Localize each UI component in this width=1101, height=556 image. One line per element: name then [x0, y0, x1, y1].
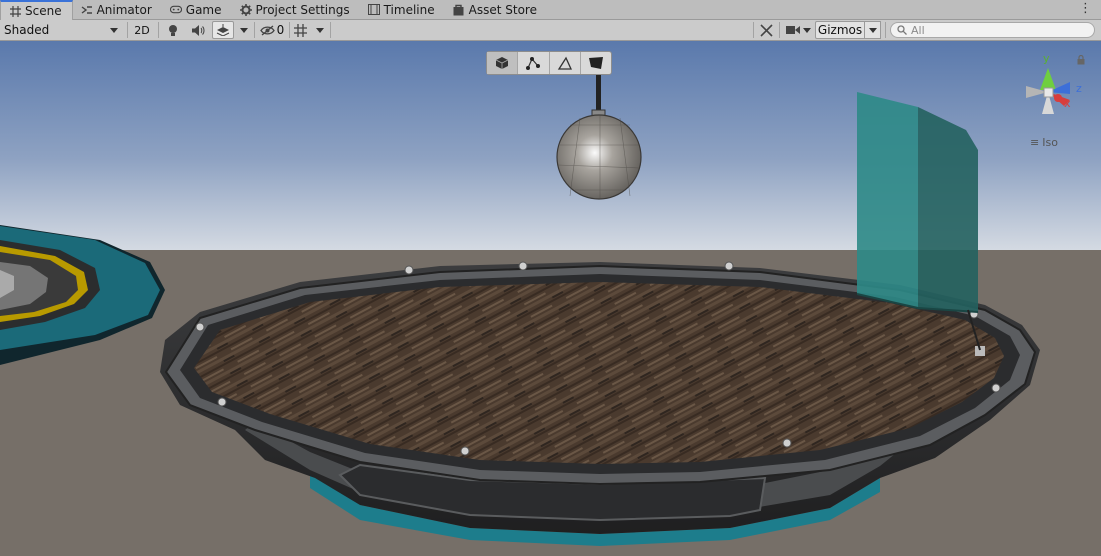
tab-project-settings-label: Project Settings: [255, 2, 350, 17]
grid-snap-icon: [293, 23, 307, 37]
tab-game[interactable]: Game: [162, 0, 232, 19]
tab-timeline[interactable]: Timeline: [360, 0, 445, 19]
chevron-down-icon: [802, 27, 811, 33]
lighting-toggle-button[interactable]: [163, 21, 183, 39]
cube-icon: [495, 57, 509, 69]
layers-effects-icon: [216, 24, 230, 36]
shading-mode-value: Shaded: [4, 23, 50, 37]
tab-scene-label: Scene: [25, 4, 62, 18]
tools-icon: [759, 23, 773, 37]
chevron-down-icon: [868, 27, 877, 33]
grid-dropdown[interactable]: [312, 21, 328, 39]
gear-icon: [239, 3, 252, 16]
chevron-down-icon: [240, 27, 248, 33]
effects-dropdown[interactable]: [236, 21, 252, 39]
scene-toolbar: Shaded 2D 0 Gizmos All: [0, 20, 1101, 41]
cube-tool-button[interactable]: [487, 52, 519, 74]
vertex-icon: [526, 57, 541, 70]
search-placeholder: All: [911, 23, 925, 37]
gamepad-icon: [169, 4, 182, 16]
edge-icon: [557, 56, 572, 70]
gizmo-z-label: z: [1076, 82, 1082, 95]
scene-viewport[interactable]: y z x ≡ Iso: [0, 41, 1101, 556]
bag-icon: [453, 4, 465, 16]
more-options-icon[interactable]: ⋮: [1079, 1, 1092, 16]
search-icon: [897, 25, 907, 35]
hidden-objects-count: 0: [276, 23, 285, 37]
scene-search-field[interactable]: All: [890, 22, 1095, 38]
orientation-gizmo[interactable]: y z x: [1018, 50, 1098, 130]
speaker-icon: [191, 24, 204, 36]
tab-scene[interactable]: Scene: [0, 0, 73, 20]
hidden-objects-toggle[interactable]: 0: [257, 21, 287, 39]
tab-animator[interactable]: Animator: [73, 0, 162, 19]
scene-render: [0, 41, 1101, 556]
gizmos-button[interactable]: Gizmos: [815, 21, 865, 39]
grid-icon: [9, 5, 21, 17]
grid-toggle-button[interactable]: [291, 21, 309, 39]
shading-mode-dropdown[interactable]: Shaded: [4, 21, 122, 39]
camera-icon: [785, 26, 800, 34]
edge-tool-button[interactable]: [550, 52, 581, 74]
tab-animator-label: Animator: [96, 2, 152, 17]
face-icon: [588, 57, 603, 69]
2d-toggle-button[interactable]: 2D: [130, 21, 154, 39]
camera-settings-button[interactable]: [782, 21, 814, 39]
tab-asset-store[interactable]: Asset Store: [445, 0, 547, 19]
tab-timeline-label: Timeline: [383, 2, 435, 17]
tab-project-settings[interactable]: Project Settings: [232, 0, 360, 19]
audio-toggle-button[interactable]: [188, 21, 208, 39]
projection-toggle[interactable]: ≡ Iso: [1030, 136, 1058, 149]
projection-label: Iso: [1042, 136, 1058, 149]
animator-icon: [81, 4, 93, 16]
editor-tab-bar: Scene Animator Game Project Settings Tim…: [0, 0, 1101, 20]
timeline-icon: [367, 4, 380, 16]
face-tool-button[interactable]: [581, 52, 611, 74]
tab-asset-store-label: Asset Store: [468, 2, 537, 17]
gizmos-dropdown[interactable]: [865, 21, 881, 39]
gizmo-y-label: y: [1043, 52, 1050, 65]
vertex-tool-button[interactable]: [518, 52, 550, 74]
tab-game-label: Game: [185, 2, 222, 17]
effects-toggle-button[interactable]: [212, 21, 234, 39]
hamburger-icon: ≡: [1030, 136, 1040, 149]
tools-button[interactable]: [756, 21, 776, 39]
chevron-down-icon: [110, 27, 118, 33]
chevron-down-icon: [316, 27, 324, 33]
scene-tool-overlay: [486, 51, 612, 75]
gizmo-x-label: x: [1064, 97, 1071, 110]
lightbulb-icon: [169, 24, 177, 36]
eye-slash-icon: [259, 24, 275, 36]
